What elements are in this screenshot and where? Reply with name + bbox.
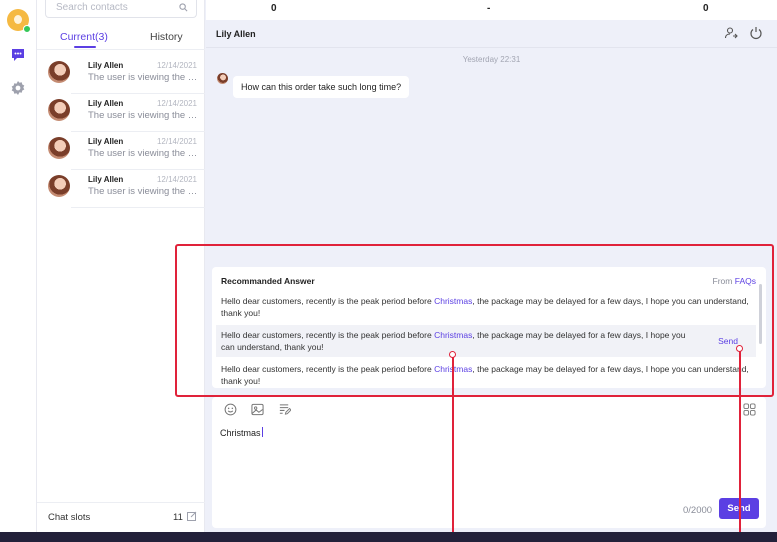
tab-history[interactable]: History [150, 31, 183, 43]
contact-date: 12/14/2021 [156, 61, 197, 70]
search-input[interactable]: Search contacts [45, 0, 197, 18]
gear-icon[interactable] [10, 80, 26, 96]
left-rail [0, 0, 37, 532]
callout-pointer-dot [736, 345, 743, 352]
stats-bar: 0 - 0 [206, 0, 777, 20]
contact-name: Lily Allen [88, 137, 124, 146]
transfer-user-icon[interactable] [724, 26, 738, 40]
message-input[interactable]: Christmas [220, 427, 263, 438]
character-counter: 0/2000 [683, 505, 713, 516]
list-item[interactable]: Lily Allen 12/14/2021 The user is viewin… [37, 94, 205, 132]
callout-pointer-dot [449, 351, 456, 358]
contact-avatar [48, 137, 70, 159]
contact-preview: The user is viewing the product page [88, 148, 200, 159]
list-item[interactable]: Lily Allen 12/14/2021 The user is viewin… [37, 170, 205, 208]
stat-value: - [487, 3, 491, 14]
contact-avatar [48, 99, 70, 121]
search-placeholder: Search contacts [56, 2, 128, 13]
callout-pointer-line [739, 349, 741, 542]
contact-name: Lily Allen [88, 61, 124, 70]
message-composer: Christmas 0/2000 Send [212, 397, 766, 528]
message-bubble: How can this order take such long time? [233, 76, 410, 98]
edit-icon[interactable] [187, 511, 197, 521]
power-icon[interactable] [749, 26, 763, 40]
contact-date: 12/14/2021 [156, 99, 197, 108]
agent-avatar[interactable] [7, 9, 31, 33]
stat-value: 0 [703, 3, 709, 14]
divider [71, 207, 205, 208]
tab-current[interactable]: Current(3) [60, 31, 108, 48]
list-item[interactable]: Lily Allen 12/14/2021 The user is viewin… [37, 132, 205, 170]
chat-slots-label: Chat slots [48, 512, 91, 523]
stat-value: 0 [271, 3, 277, 14]
search-icon[interactable] [179, 3, 188, 12]
contact-name: Lily Allen [88, 175, 124, 184]
contact-avatar [48, 61, 70, 83]
chat-slots-bar: Chat slots 11 [37, 502, 205, 532]
contact-preview: The user is viewing the product page [88, 110, 200, 121]
contact-date: 12/14/2021 [156, 175, 197, 184]
chat-title: Lily Allen [216, 29, 256, 39]
contact-preview: The user is viewing the product page [88, 72, 200, 83]
emoji-icon[interactable] [224, 403, 237, 416]
contact-name: Lily Allen [88, 99, 124, 108]
contact-preview: The user is viewing the product page [88, 186, 200, 197]
callout-highlight-box [175, 244, 774, 397]
chat-slots-count: 11 [173, 512, 183, 523]
avatar-face [14, 15, 22, 24]
online-status-dot [23, 25, 31, 33]
apps-grid-icon[interactable] [743, 403, 756, 416]
note-icon[interactable] [278, 403, 291, 416]
sender-avatar [217, 73, 228, 84]
conversation-tabs: Current(3) History [37, 28, 205, 50]
bottom-bar [0, 532, 777, 542]
contact-avatar [48, 175, 70, 197]
message-timestamp: Yesterday 22:31 [462, 55, 521, 64]
image-icon[interactable] [251, 403, 264, 416]
chat-header: Lily Allen [206, 20, 777, 48]
contact-date: 12/14/2021 [156, 137, 197, 146]
list-item[interactable]: Lily Allen 12/14/2021 The user is viewin… [37, 56, 205, 94]
chat-icon[interactable] [10, 47, 26, 63]
callout-pointer-line [452, 355, 454, 542]
